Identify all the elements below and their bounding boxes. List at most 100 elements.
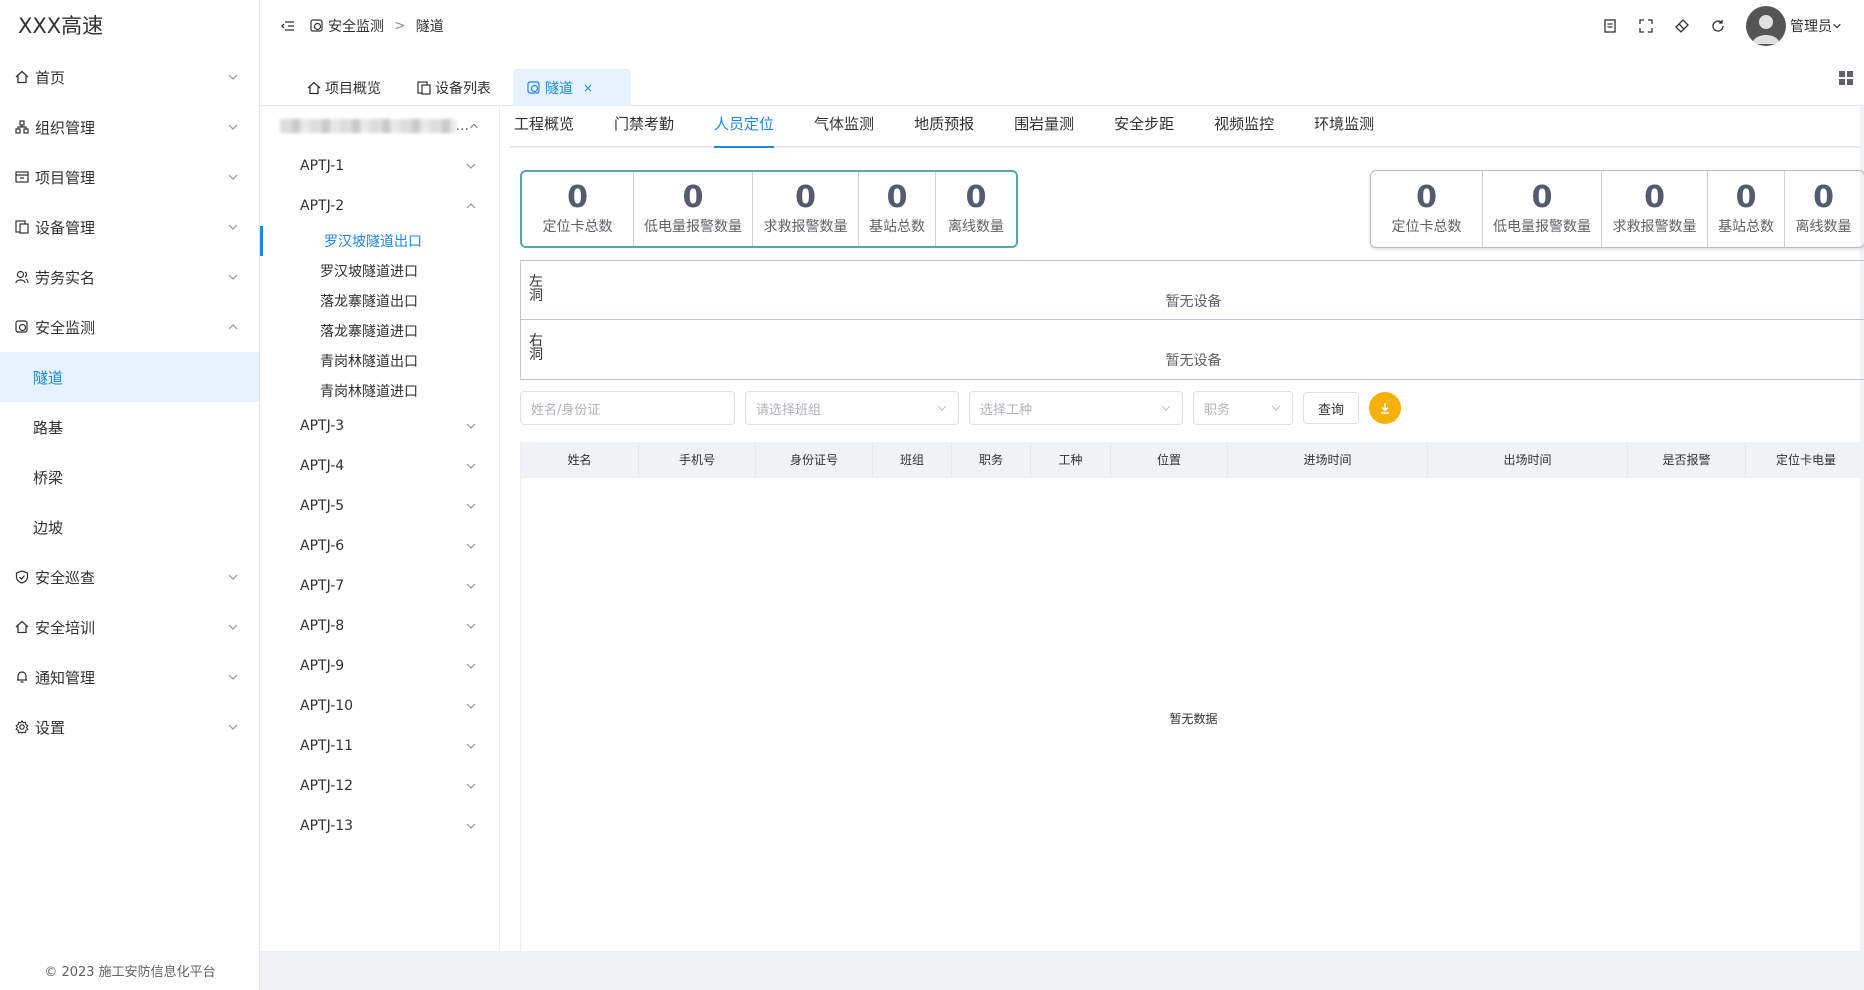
chevron-down-icon (228, 724, 238, 730)
close-icon[interactable]: × (583, 81, 593, 95)
column-header: 身份证号 (756, 442, 873, 477)
tree-node[interactable]: APTJ-4 (260, 446, 499, 486)
document-icon[interactable] (1602, 18, 1618, 34)
stat-sos: 0 求救报警数量 (1602, 171, 1708, 247)
monitor-icon (310, 19, 323, 32)
tree-leaf[interactable]: 罗汉坡隧道出口 (260, 226, 499, 256)
tree-node[interactable]: APTJ-13 (260, 806, 499, 846)
tree-leaf[interactable]: 落龙寨隧道进口 (260, 316, 499, 346)
filter-bar: 姓名/身份证 请选择班组 选择工种 职务 查询 (520, 391, 1402, 425)
sidebar-item-home[interactable]: 首页 (0, 52, 259, 102)
home-icon (14, 619, 30, 635)
chevron-up-icon (466, 203, 476, 209)
tree-node[interactable]: APTJ-7 (260, 566, 499, 606)
tree-node[interactable]: APTJ-12 (260, 766, 499, 806)
subtab-personnel-positioning[interactable]: 人员定位 (694, 104, 794, 148)
bell-icon (14, 669, 30, 685)
stat-base-station: 0 基站总数 (859, 172, 936, 246)
username[interactable]: 管理员 (1790, 16, 1832, 36)
tab-tunnel[interactable]: 隧道 × (513, 69, 631, 106)
stat-sos: 0 求救报警数量 (753, 172, 859, 246)
tree-node[interactable]: APTJ-3 (260, 406, 499, 446)
tree-node[interactable]: APTJ-8 (260, 606, 499, 646)
tree-node[interactable]: APTJ-5 (260, 486, 499, 526)
sidebar-item-device[interactable]: 设备管理 (0, 202, 259, 252)
tree-node[interactable]: APTJ-10 (260, 686, 499, 726)
column-header: 班组 (873, 442, 952, 477)
chevron-down-icon (466, 663, 476, 669)
subtab-rock-measurement[interactable]: 围岩量测 (994, 104, 1094, 146)
subtabs: 工程概览 门禁考勤 人员定位 气体监测 地质预报 围岩量测 安全步距 视频监控 … (510, 106, 1860, 148)
stat-offline: 0 离线数量 (1795, 180, 1852, 236)
collapse-menu-icon[interactable] (280, 18, 296, 34)
sidebar-item-labor[interactable]: 劳务实名 (0, 252, 259, 302)
tab-project-overview[interactable]: 项目概览 (293, 69, 395, 106)
tree-node[interactable]: APTJ-6 (260, 526, 499, 566)
subtab-gas-monitoring[interactable]: 气体监测 (794, 104, 894, 146)
query-button[interactable]: 查询 (1303, 392, 1360, 424)
gear-icon (14, 719, 30, 735)
shield-icon (14, 569, 30, 585)
chevron-down-icon (228, 224, 238, 230)
tree-leaf[interactable]: 罗汉坡隧道进口 (260, 256, 499, 286)
monitor-icon (14, 319, 30, 335)
table-header: 姓名 手机号 身份证号 班组 职务 工种 位置 进场时间 出场时间 是否报警 定… (521, 442, 1864, 478)
sidebar-item-training[interactable]: 安全培训 (0, 602, 259, 652)
empty-devices: 暂无设备 (1165, 294, 1222, 310)
clear-cache-icon[interactable] (1674, 18, 1690, 34)
sidebar-subitem-roadbed[interactable]: 路基 (0, 402, 259, 452)
column-header: 出场时间 (1428, 442, 1628, 477)
tree-leaf[interactable]: 青岗林隧道出口 (260, 346, 499, 376)
subtab-access-attendance[interactable]: 门禁考勤 (594, 104, 694, 146)
chevron-down-icon (466, 503, 476, 509)
refresh-icon[interactable] (1710, 18, 1726, 34)
subtab-video-monitoring[interactable]: 视频监控 (1194, 104, 1294, 146)
sidebar-item-safety-monitor[interactable]: 安全监测 (0, 302, 259, 352)
chevron-down-icon[interactable] (1832, 21, 1842, 31)
subtab-geology-forecast[interactable]: 地质预报 (894, 104, 994, 146)
chevron-down-icon (466, 623, 476, 629)
stat-base-station: 0 基站总数 (1708, 171, 1785, 247)
main-content: ... APTJ-1 APTJ-2 罗汉坡隧道出口 罗汉坡隧道进口 落龙寨隧道出… (260, 106, 1864, 951)
sidebar-item-notice[interactable]: 通知管理 (0, 652, 259, 702)
grid-menu-icon[interactable] (1838, 70, 1854, 86)
sidebar-item-org[interactable]: 组织管理 (0, 102, 259, 152)
download-button[interactable] (1369, 392, 1402, 424)
avatar[interactable] (1746, 6, 1786, 46)
table-empty-text: 暂无数据 (1169, 712, 1218, 726)
worktype-select[interactable]: 选择工种 (969, 391, 1183, 425)
team-select[interactable]: 请选择班组 (745, 391, 959, 425)
sidebar-subitem-tunnel[interactable]: 隧道 (0, 352, 259, 402)
fullscreen-icon[interactable] (1638, 18, 1654, 34)
column-header: 工种 (1031, 442, 1111, 477)
sidebar-item-project[interactable]: 项目管理 (0, 152, 259, 202)
tree-leaf[interactable]: 落龙寨隧道出口 (260, 286, 499, 316)
subtab-project-overview[interactable]: 工程概览 (510, 104, 594, 146)
subtab-environment-monitoring[interactable]: 环境监测 (1294, 104, 1394, 146)
sidebar-subitem-bridge[interactable]: 桥梁 (0, 452, 259, 502)
tree-node-expanded[interactable]: APTJ-2 (260, 186, 499, 226)
tree-node[interactable]: APTJ-9 (260, 646, 499, 686)
tunnel-left-hole: 左洞 暂无设备 (520, 260, 1864, 320)
chevron-down-icon (937, 405, 947, 411)
column-header: 定位卡电量 (1775, 453, 1836, 467)
position-select[interactable]: 职务 (1193, 391, 1293, 425)
sidebar-subitem-slope[interactable]: 边坡 (0, 502, 259, 552)
sidebar-item-inspection[interactable]: 安全巡查 (0, 552, 259, 602)
tree-root-node[interactable]: ... (260, 106, 499, 146)
chevron-down-icon (466, 703, 476, 709)
name-id-input[interactable]: 姓名/身份证 (520, 391, 735, 425)
chevron-down-icon (1271, 405, 1281, 411)
breadcrumb-item-safety-monitor[interactable]: 安全监测 (328, 16, 384, 36)
tab-device-list[interactable]: 设备列表 (403, 69, 505, 106)
chevron-up-icon (228, 324, 238, 330)
column-header: 进场时间 (1228, 442, 1428, 477)
sidebar-item-settings[interactable]: 设置 (0, 702, 259, 752)
subtab-safety-distance[interactable]: 安全步距 (1094, 104, 1194, 146)
breadcrumb-separator: > (394, 18, 406, 34)
tree-node[interactable]: APTJ-11 (260, 726, 499, 766)
tree-node[interactable]: APTJ-1 (260, 146, 499, 186)
tunnel-panel: 工程概览 门禁考勤 人员定位 气体监测 地质预报 围岩量测 安全步距 视频监控 … (510, 106, 1864, 951)
tree-leaf[interactable]: 青岗林隧道进口 (260, 376, 499, 406)
app-title: XXX高速 (18, 14, 104, 38)
